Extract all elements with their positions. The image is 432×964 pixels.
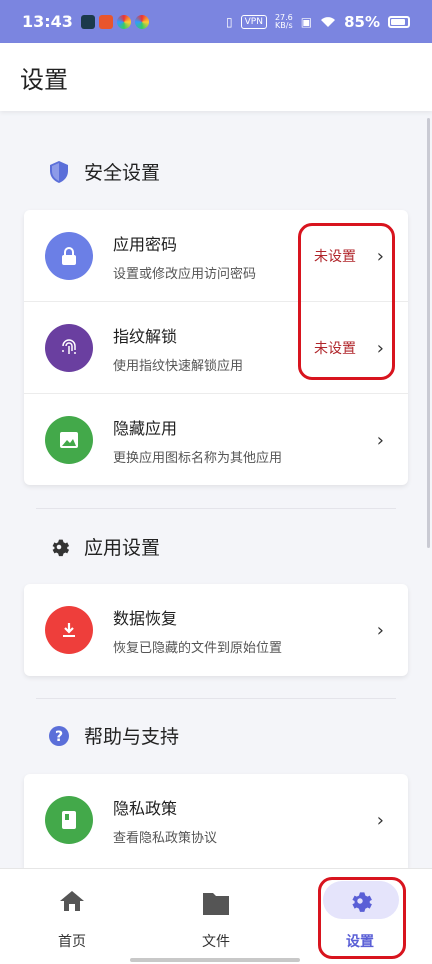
vpn-badge: VPN — [240, 14, 267, 29]
scrollbar[interactable] — [427, 118, 430, 548]
help-card: 隐私政策 查看隐私政策协议 › — [24, 774, 408, 868]
home-icon — [60, 891, 84, 911]
battery-percent: 85% — [344, 12, 380, 31]
svg-text:?: ? — [55, 729, 63, 745]
notification-app-icon — [98, 14, 113, 29]
image-icon — [45, 416, 93, 464]
folder-icon — [203, 893, 229, 915]
network-speed: 27.6 KB/s — [274, 12, 293, 30]
row-subtitle: 恢复已隐藏的文件到原始位置 — [113, 640, 283, 656]
nav-label: 首页 — [58, 934, 86, 950]
notification-app-icon — [80, 14, 95, 29]
nav-files[interactable]: 文件 — [144, 869, 288, 964]
nav-home[interactable]: 首页 — [0, 869, 144, 964]
status-bar: 13:43 ▯ VPN 27.6 KB/s ▣ 85% — [0, 0, 432, 43]
row-subtitle: 设置或修改应用访问密码 — [113, 266, 257, 282]
row-title: 应用密码 — [113, 234, 178, 254]
notification-icons — [80, 14, 149, 29]
row-title: 隐藏应用 — [113, 418, 178, 438]
notification-app-icon — [134, 14, 149, 29]
status-indicators: ▯ VPN 27.6 KB/s ▣ 85% — [226, 13, 410, 31]
row-subtitle: 查看隐私政策协议 — [113, 830, 218, 846]
row-subtitle: 更换应用图标名称为其他应用 — [113, 450, 283, 466]
row-title: 数据恢复 — [113, 608, 178, 628]
setting-row-hide-app[interactable]: 隐藏应用 更换应用图标名称为其他应用 › — [24, 394, 408, 486]
section-app-header: 应用设置 — [48, 533, 160, 560]
battery-icon — [388, 15, 410, 28]
lock-icon — [45, 232, 93, 280]
notification-app-icon — [116, 14, 131, 29]
app-header: 设置 — [0, 43, 432, 111]
section-divider — [36, 698, 396, 699]
nav-label: 文件 — [202, 934, 230, 950]
highlight-box — [318, 877, 406, 959]
setting-row-privacy-policy[interactable]: 隐私政策 查看隐私政策协议 › — [24, 774, 408, 866]
chevron-right-icon: › — [376, 619, 384, 641]
gear-icon — [52, 539, 70, 556]
shield-icon — [50, 160, 68, 183]
chevron-right-icon: › — [376, 809, 384, 831]
app-settings-card: 数据恢复 恢复已隐藏的文件到原始位置 › — [24, 584, 408, 676]
gesture-bar[interactable] — [130, 958, 300, 962]
section-title: 帮助与支持 — [84, 726, 180, 748]
highlight-box — [298, 223, 395, 380]
section-security-header: 安全设置 — [48, 158, 160, 185]
section-help-header: ? 帮助与支持 — [48, 722, 179, 749]
book-icon — [45, 796, 93, 844]
fingerprint-icon — [45, 324, 93, 372]
page-title: 设置 — [20, 65, 68, 94]
section-divider — [36, 508, 396, 509]
download-icon — [45, 606, 93, 654]
row-title: 指纹解锁 — [113, 326, 178, 346]
status-time: 13:43 — [22, 12, 73, 31]
sim-icon: ▣ — [300, 14, 313, 29]
chevron-right-icon: › — [376, 429, 384, 451]
setting-row-data-recovery[interactable]: 数据恢复 恢复已隐藏的文件到原始位置 › — [24, 584, 408, 676]
section-title: 安全设置 — [84, 162, 161, 184]
section-title: 应用设置 — [84, 537, 161, 559]
vibrate-icon: ▯ — [226, 14, 233, 29]
row-title: 隐私政策 — [113, 798, 178, 818]
row-subtitle: 使用指纹快速解锁应用 — [113, 358, 244, 374]
help-icon: ? — [49, 725, 69, 746]
wifi-icon — [321, 16, 336, 27]
